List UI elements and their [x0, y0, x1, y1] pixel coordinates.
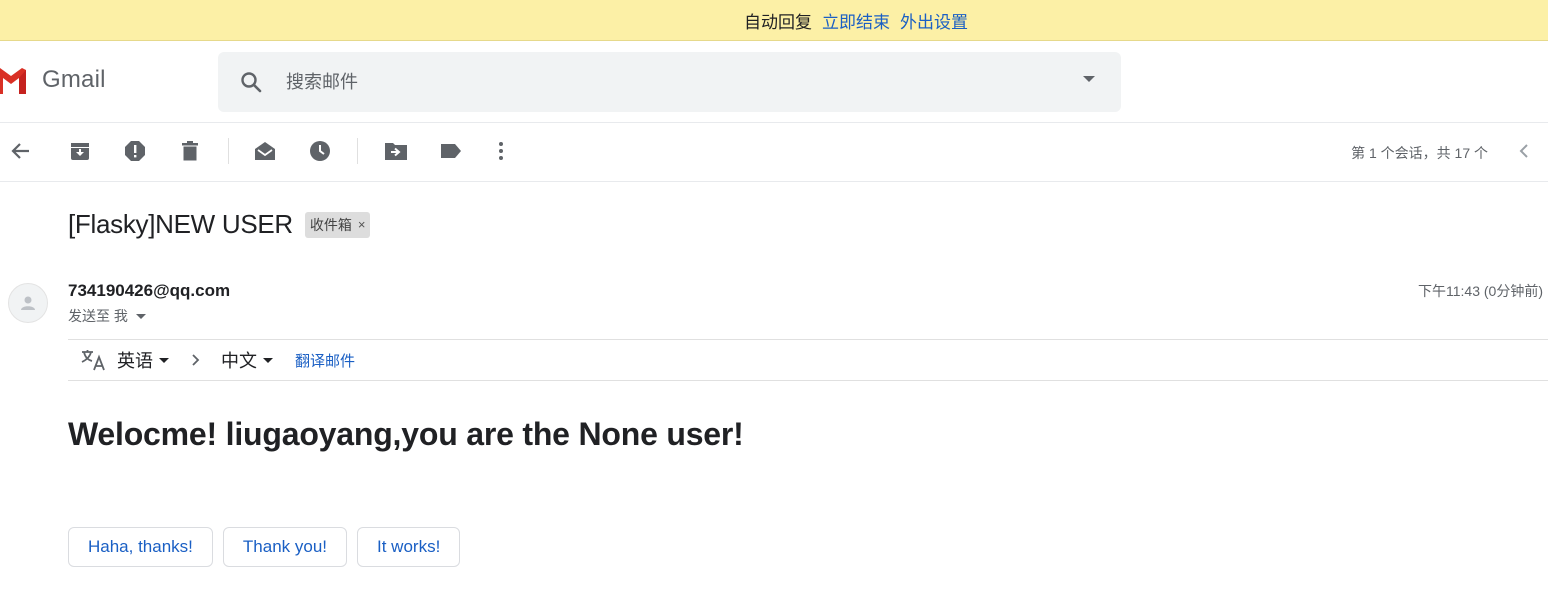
toolbar-divider: [357, 138, 358, 164]
app-header: Gmail: [0, 42, 1548, 123]
person-icon: [21, 296, 35, 310]
search-input[interactable]: [284, 70, 1048, 94]
move-to-icon[interactable]: [383, 138, 409, 164]
toolbar-divider: [228, 138, 229, 164]
label-icon[interactable]: [438, 138, 464, 164]
end-now-link[interactable]: 立即结束: [822, 8, 890, 33]
translate-message-link[interactable]: 翻译邮件: [295, 350, 355, 371]
message-subject-row: [Flasky]NEW USER 收件箱 ×: [68, 209, 371, 240]
message-toolbar: 第 1 个会话，共 17 个: [0, 123, 1548, 182]
sender-email[interactable]: 734190426@qq.com: [68, 281, 230, 301]
pagination-text: 第 1 个会话，共 17 个: [1351, 145, 1488, 161]
message-subject: [Flasky]NEW USER: [68, 209, 293, 239]
target-language-dropdown[interactable]: 中文: [221, 347, 273, 373]
sender-avatar[interactable]: [8, 283, 48, 323]
logo-text: Gmail: [42, 66, 106, 93]
delete-icon[interactable]: [177, 138, 203, 164]
translate-icon: [81, 350, 105, 371]
remove-label-icon[interactable]: ×: [358, 217, 366, 232]
source-language-dropdown[interactable]: 英语: [117, 347, 169, 373]
target-language: 中文: [221, 351, 257, 371]
recipient-info: 发送至 我: [68, 306, 146, 326]
out-of-office-settings-link[interactable]: 外出设置: [900, 8, 968, 33]
archive-icon[interactable]: [67, 138, 93, 164]
recipient-details-dropdown-icon[interactable]: [135, 313, 146, 319]
sent-to-text: 发送至 我: [68, 308, 128, 324]
more-options-icon[interactable]: [488, 138, 514, 164]
report-spam-icon[interactable]: [122, 138, 148, 164]
banner-text: 自动回复: [744, 12, 812, 32]
chevron-right-icon: [191, 353, 205, 367]
smart-reply-button[interactable]: It works!: [357, 527, 461, 567]
chevron-left-icon[interactable]: [1514, 141, 1534, 161]
back-arrow-icon[interactable]: [8, 138, 34, 164]
smart-replies: Haha, thanks! Thank you! It works!: [68, 527, 470, 567]
smart-reply-button[interactable]: Thank you!: [222, 527, 348, 567]
caret-down-icon: [263, 357, 273, 363]
caret-down-icon: [159, 357, 169, 363]
snooze-icon[interactable]: [307, 138, 333, 164]
label-name: 收件箱: [309, 216, 352, 233]
message-timestamp: 下午11:43 (0分钟前): [1418, 283, 1543, 299]
mark-unread-icon[interactable]: [252, 138, 278, 164]
search-icon[interactable]: [238, 69, 264, 95]
search-bar[interactable]: [218, 52, 1121, 112]
message-body: Welocme! liugaoyang,you are the None use…: [68, 416, 744, 452]
gmail-m-icon: [0, 68, 26, 94]
search-options-dropdown-icon[interactable]: [1083, 76, 1095, 82]
translate-bar: 英语 中文 翻译邮件: [68, 339, 1548, 381]
source-language: 英语: [117, 351, 153, 371]
vacation-responder-banner: 自动回复 立即结束 外出设置: [0, 0, 1548, 41]
gmail-logo[interactable]: Gmail: [0, 64, 106, 96]
inbox-label-chip[interactable]: 收件箱 ×: [304, 211, 371, 238]
smart-reply-button[interactable]: Haha, thanks!: [68, 527, 213, 567]
